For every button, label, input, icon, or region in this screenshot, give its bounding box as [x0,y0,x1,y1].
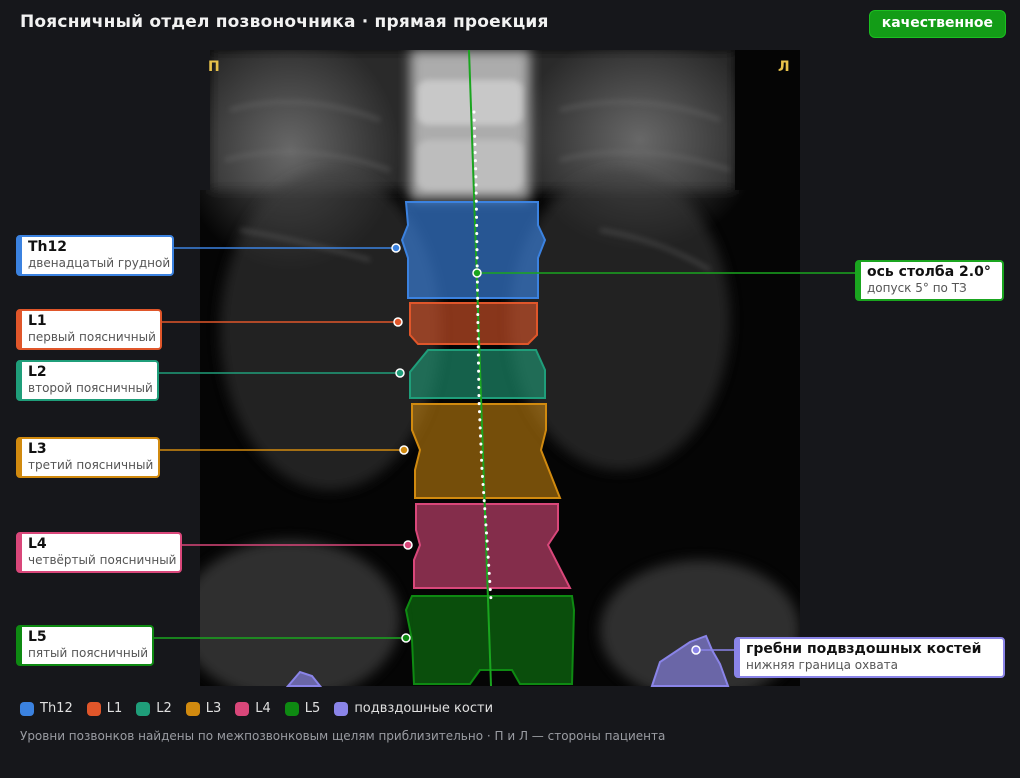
legend-item-l1[interactable]: L1 [86,701,123,716]
th12-marker[interactable] [391,243,401,253]
legend-label: L3 [205,701,222,716]
legend-swatch [86,701,101,716]
label-l1-desc: первый поясничный [28,330,156,344]
legend-item-l2[interactable]: L2 [136,701,172,716]
legend-swatch [20,701,34,716]
l5-marker[interactable] [401,633,411,643]
legend-label: L2 [156,701,172,716]
side-marker-left: Л [778,59,790,75]
legend-label: подвздошные кости [354,701,494,716]
label-l2-name: L2 [28,364,47,380]
axis-title: ось столба 2.0° [867,264,991,280]
legend-swatch [235,701,250,716]
label-l5-desc: пятый поясничный [28,646,148,660]
legend-label: L4 [255,701,271,716]
legend-item-iliac[interactable]: подвздошные кости [334,701,493,716]
legend-item-l3[interactable]: L3 [185,701,222,716]
iliac-title: гребни подвздошных костей [746,641,982,657]
legend-label: L5 [304,701,321,716]
label-l3-name: L3 [28,441,47,457]
label-spine-axis[interactable]: ось столба 2.0° допуск 5° по ТЗ [855,260,1004,301]
legend-item-th12[interactable]: Th12 [20,701,73,716]
legend-label: L1 [106,701,123,716]
label-l1[interactable]: L1 первый поясничный [16,309,162,350]
label-l4[interactable]: L4 четвёртый поясничный [16,532,182,573]
label-th12-name: Th12 [28,239,67,255]
l1-marker[interactable] [393,317,403,327]
legend-swatch [136,701,151,716]
iliac-note: нижняя граница охвата [746,658,899,672]
label-l3[interactable]: L3 третий поясничный [16,437,160,478]
label-th12-desc: двенадцатый грудной [28,256,171,270]
label-l2-desc: второй поясничный [28,381,153,395]
vertebra-l4-mask[interactable] [413,503,572,589]
legend-item-l4[interactable]: L4 [235,701,271,716]
legend-swatch [284,701,299,716]
label-l2[interactable]: L2 второй поясничный [16,360,159,401]
legend-swatch [334,701,349,716]
legend-label: Th12 [40,701,73,716]
l3-marker[interactable] [399,445,409,455]
vertebra-th12-mask[interactable] [400,201,547,299]
vertebra-l3-mask[interactable] [411,403,562,499]
label-l4-name: L4 [28,536,47,552]
footnote: Уровни позвонков найдены по межпозвонков… [20,729,666,743]
legend: Th12 L1 L2 L3 L4 L5 подвздошные кости [20,701,493,716]
label-l1-name: L1 [28,313,47,329]
label-th12[interactable]: Th12 двенадцатый грудной [16,235,174,276]
legend-swatch [185,701,200,716]
label-l3-desc: третий поясничный [28,458,154,472]
vertebra-l1-mask[interactable] [409,302,538,345]
label-iliac-crests[interactable]: гребни подвздошных костей нижняя граница… [734,637,1005,678]
iliac-marker[interactable] [691,645,701,655]
label-l5[interactable]: L5 пятый поясничный [16,625,154,666]
label-l5-name: L5 [28,629,47,645]
side-marker-right: П [208,59,220,75]
legend-item-l5[interactable]: L5 [284,701,321,716]
axis-note: допуск 5° по ТЗ [867,281,967,295]
axis-marker[interactable] [472,268,482,278]
label-l4-desc: четвёртый поясничный [28,553,177,567]
l2-marker[interactable] [395,368,405,378]
l4-marker[interactable] [403,540,413,550]
vertebra-l2-mask[interactable] [409,349,546,399]
